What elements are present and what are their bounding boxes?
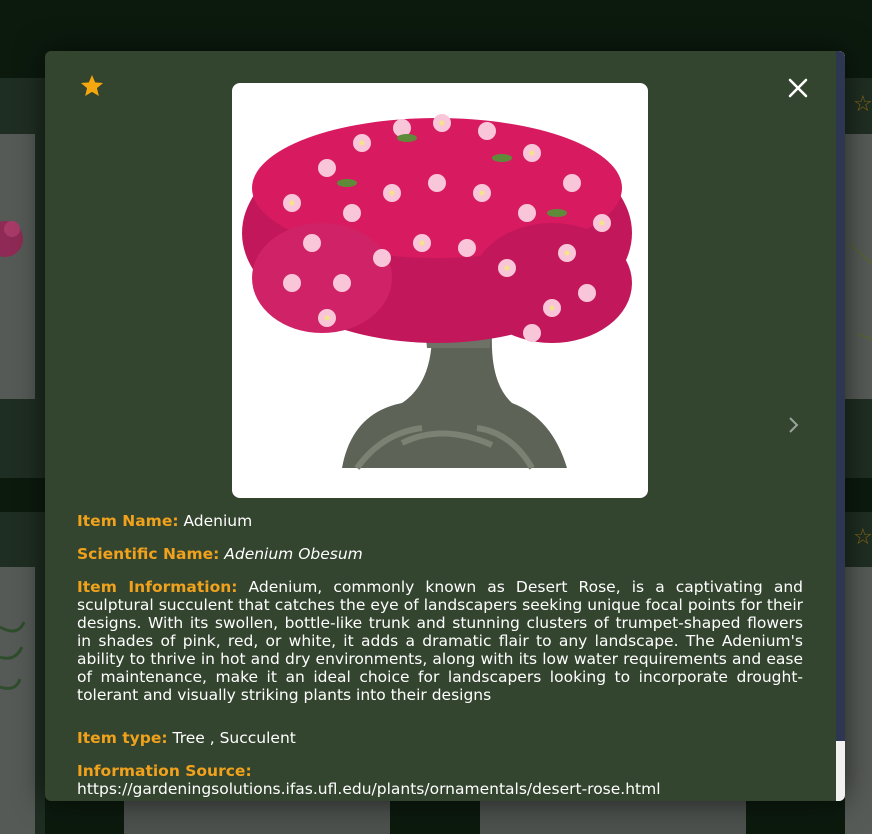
item-information-value: Adenium, commonly known as Desert Rose, … [77,578,803,704]
scientific-name-value: Adenium Obesum [224,545,363,563]
chevron-right-icon[interactable] [787,415,801,435]
background-card-image [845,567,872,834]
flower-thumbnail [0,221,23,257]
background-card-image [845,134,872,399]
background-card-bottom-left [124,801,390,834]
item-name-row: Item Name: Adenium [77,512,803,530]
item-name-value: Adenium [183,512,253,530]
scientific-name-row: Scientific Name: Adenium Obesum [77,545,803,563]
plant-thumbnail [849,243,872,340]
information-source-link[interactable]: https://gardeningsolutions.ifas.ufl.edu/… [77,780,661,798]
item-name-label: Item Name: [77,512,179,530]
star-icon[interactable] [79,73,105,99]
item-information-row: Item Information: Adenium, commonly know… [77,578,803,704]
item-type-value: Tree , Succulent [172,729,296,747]
close-icon[interactable] [787,77,809,99]
fern-thumbnail [0,621,26,690]
item-details: Item Name: Adenium Scientific Name: Aden… [77,512,803,801]
star-icon[interactable]: ☆ [853,94,872,116]
background-card-bottom-right [480,801,746,834]
plant-detail-modal: Item Name: Adenium Scientific Name: Aden… [45,51,845,801]
information-source-row: Information Source: https://gardeningsol… [77,762,803,798]
scientific-name-label: Scientific Name: [77,545,220,563]
plant-image [232,83,648,498]
scrollbar-thumb[interactable] [836,51,845,741]
item-type-row: Item type: Tree , Succulent [77,729,803,747]
information-source-label: Information Source: [77,762,252,780]
adenium-photo [242,114,632,470]
background-card-image [0,567,35,834]
item-information-label: Item Information: [77,578,238,596]
star-icon[interactable]: ☆ [853,527,872,549]
background-card-image [0,134,35,399]
item-type-label: Item type: [77,729,168,747]
